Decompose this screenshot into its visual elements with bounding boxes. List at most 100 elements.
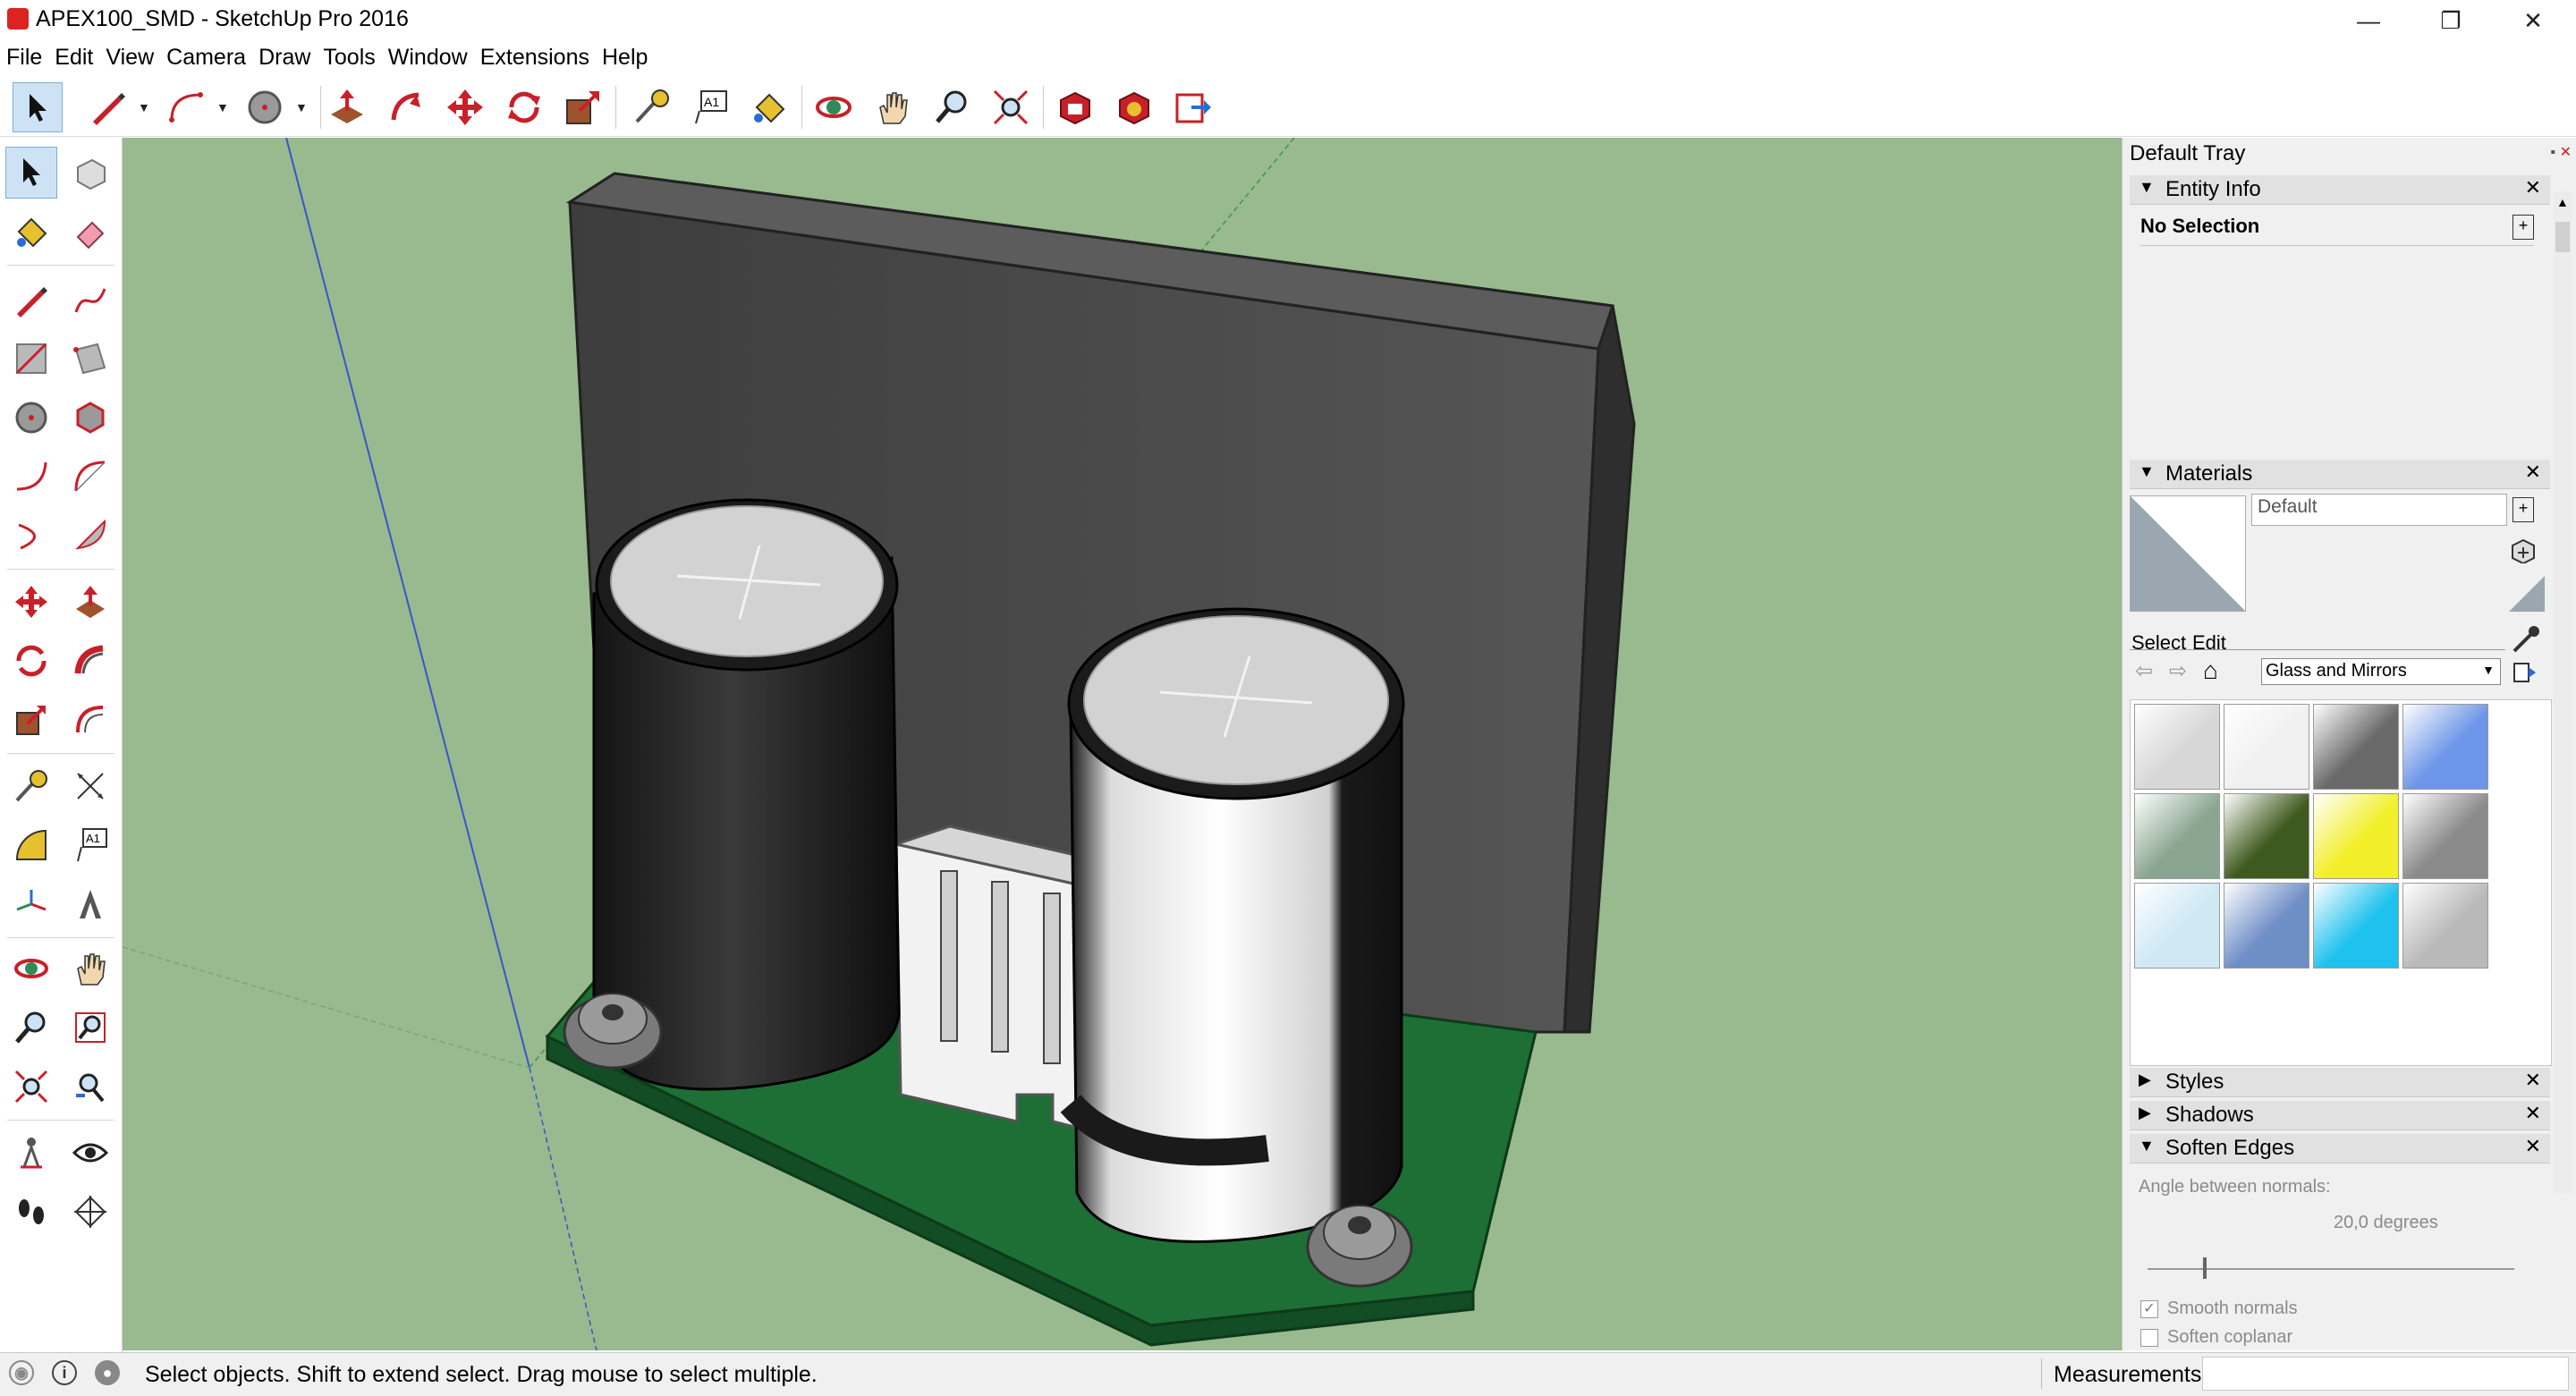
menu-file[interactable]: File [0, 41, 48, 73]
user-account-icon[interactable]: ● [95, 1360, 120, 1385]
tray-pin-icon[interactable]: ▪ [2550, 145, 2555, 161]
text-tool-button[interactable]: A1 [685, 82, 735, 132]
arc-dropdown-icon[interactable]: ▼ [216, 100, 229, 114]
angle-slider-track[interactable] [2148, 1257, 2514, 1279]
material-swatch[interactable] [2134, 883, 2220, 969]
lp-text-tool[interactable]: A1 [64, 819, 116, 871]
tray-scrollbar[interactable]: ▲ [2554, 191, 2572, 1193]
send-to-layout-button[interactable] [1168, 82, 1218, 132]
rotate-tool-button[interactable] [499, 82, 549, 132]
lp-orbit-tool[interactable] [5, 943, 57, 994]
details-menu-icon[interactable] [2512, 660, 2538, 685]
move-tool-button[interactable] [440, 82, 490, 132]
close-icon[interactable]: ✕ [2525, 1135, 2541, 1158]
lp-tape-measure-tool[interactable] [5, 760, 57, 812]
material-name-field[interactable]: Default [2251, 494, 2507, 526]
lp-eraser-tool[interactable] [64, 206, 116, 258]
sample-paint-eyedropper-icon[interactable] [2511, 624, 2541, 655]
lp-push-pull-tool[interactable] [64, 576, 116, 628]
line-dropdown-icon[interactable]: ▼ [138, 100, 150, 114]
close-icon[interactable]: ✕ [2525, 1102, 2541, 1125]
geo-location-icon[interactable]: ◉ [9, 1360, 34, 1385]
3d-warehouse-button[interactable] [1050, 82, 1100, 132]
menu-tools[interactable]: Tools [317, 41, 381, 73]
lp-move-tool[interactable] [5, 576, 57, 628]
materials-edit-tab[interactable]: Edit [2192, 631, 2226, 655]
material-swatch[interactable] [2313, 883, 2399, 969]
menu-help[interactable]: Help [596, 41, 654, 73]
lp-follow-me-tool[interactable] [64, 635, 116, 687]
lp-walk-tool[interactable] [5, 1186, 57, 1238]
menu-draw[interactable]: Draw [252, 41, 317, 73]
material-swatch[interactable] [2134, 704, 2220, 790]
lp-zoom-window-tool[interactable] [64, 1002, 116, 1053]
entity-info-toggle-icon[interactable]: + [2512, 215, 2534, 240]
display-secondary-selection-icon[interactable]: + [2512, 497, 2534, 522]
soften-edges-panel-header[interactable]: ▼ Soften Edges ✕ [2130, 1134, 2550, 1163]
lp-zoom-tool[interactable] [5, 1002, 57, 1053]
paint-bucket-tool-button[interactable] [744, 82, 794, 132]
zoom-tool-button[interactable] [927, 82, 977, 132]
lp-position-camera-tool[interactable] [5, 1127, 57, 1179]
lp-circle-tool[interactable] [5, 392, 57, 444]
lp-freehand-tool[interactable] [64, 274, 116, 326]
default-material-swatch-icon[interactable] [2509, 576, 2545, 612]
lp-previous-view-tool[interactable] [64, 1061, 116, 1113]
material-swatch[interactable] [2224, 793, 2309, 879]
close-icon[interactable]: ✕ [2525, 1069, 2541, 1092]
forward-arrow-icon[interactable]: ⇨ [2169, 658, 2187, 684]
lp-scale-tool[interactable] [5, 694, 57, 746]
lp-pie-tool[interactable] [64, 510, 116, 562]
info-icon[interactable]: i [52, 1360, 77, 1385]
lp-offset-tool[interactable] [64, 694, 116, 746]
shape-dropdown-icon[interactable]: ▼ [295, 100, 308, 114]
material-swatch[interactable] [2134, 793, 2220, 879]
lp-polygon-tool[interactable] [64, 392, 116, 444]
orbit-tool-button[interactable] [809, 82, 859, 132]
line-tool-button[interactable] [82, 82, 132, 132]
close-icon[interactable]: ✕ [2525, 461, 2541, 484]
material-swatch[interactable] [2402, 883, 2488, 969]
material-library-select[interactable]: Glass and Mirrors ▼ [2261, 658, 2501, 685]
create-material-icon[interactable] [2509, 537, 2536, 565]
lp-two-point-arc-tool[interactable] [64, 451, 116, 503]
lp-zoom-extents-tool[interactable] [5, 1061, 57, 1113]
circle-tool-button[interactable] [240, 82, 290, 132]
close-icon[interactable]: ✕ [2525, 176, 2541, 199]
minimize-button[interactable]: — [2327, 0, 2410, 41]
material-swatch[interactable] [2313, 704, 2399, 790]
materials-panel-header[interactable]: ▼ Materials ✕ [2130, 460, 2550, 489]
material-swatch[interactable] [2402, 704, 2488, 790]
pan-tool-button[interactable] [868, 82, 918, 132]
lp-dimension-tool[interactable] [64, 760, 116, 812]
arc-tool-button[interactable] [161, 82, 211, 132]
lp-rotated-rectangle-tool[interactable] [64, 333, 116, 385]
select-tool-button[interactable] [13, 82, 63, 132]
lp-select-tool[interactable] [5, 147, 57, 199]
lp-rotate-tool[interactable] [5, 635, 57, 687]
zoom-extents-tool-button[interactable] [986, 82, 1036, 132]
measurements-input[interactable] [2202, 1357, 2569, 1391]
scale-tool-button[interactable] [558, 82, 608, 132]
close-window-button[interactable]: ✕ [2492, 0, 2574, 41]
shadows-panel-header[interactable]: ▶ Shadows ✕ [2130, 1101, 2550, 1130]
lp-protractor-tool[interactable] [5, 819, 57, 871]
material-swatch[interactable] [2224, 883, 2309, 969]
menu-extensions[interactable]: Extensions [474, 41, 596, 73]
menu-window[interactable]: Window [382, 41, 474, 73]
menu-edit[interactable]: Edit [48, 41, 99, 73]
material-swatch[interactable] [2313, 793, 2399, 879]
sketchup-app-icon[interactable] [7, 8, 29, 30]
lp-three-point-arc-tool[interactable] [5, 510, 57, 562]
lp-look-around-tool[interactable] [64, 1127, 116, 1179]
lp-line-tool[interactable] [5, 274, 57, 326]
smooth-normals-checkbox[interactable]: ✓ [2140, 1300, 2158, 1318]
home-icon[interactable]: ⌂ [2203, 656, 2218, 685]
entity-info-panel-header[interactable]: ▼ Entity Info ✕ [2130, 175, 2550, 205]
lp-pan-tool[interactable] [64, 943, 116, 994]
tape-measure-tool-button[interactable] [626, 82, 676, 132]
lp-arc-tool[interactable] [5, 451, 57, 503]
angle-slider-thumb[interactable] [2202, 1257, 2207, 1279]
menu-view[interactable]: View [99, 41, 160, 73]
extension-warehouse-button[interactable] [1109, 82, 1159, 132]
